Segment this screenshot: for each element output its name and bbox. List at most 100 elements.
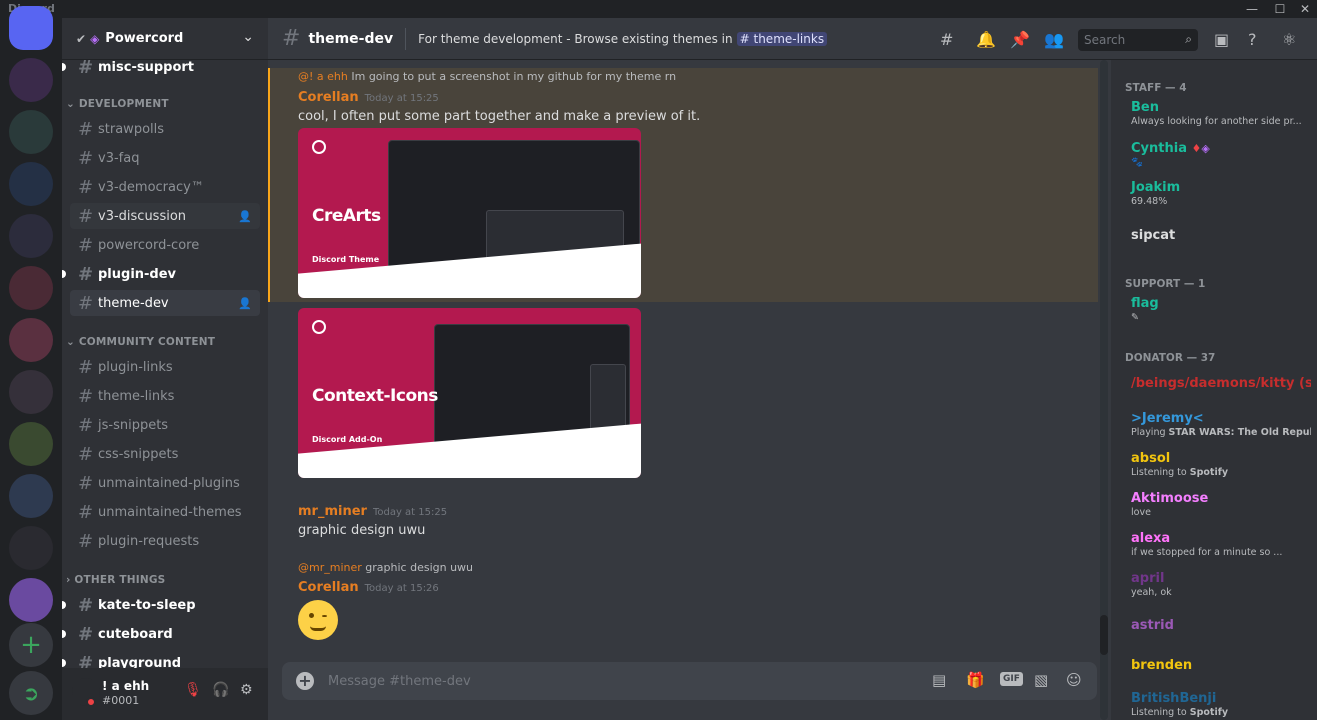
channel-js-snippets[interactable]: # js-snippets — [70, 412, 260, 438]
server-icon[interactable] — [9, 318, 53, 362]
maximize-button[interactable]: ☐ — [1268, 0, 1292, 18]
channel-label: cuteboard — [98, 626, 173, 642]
home-server-icon[interactable] — [9, 6, 53, 50]
channel-unmaintained-themes[interactable]: # unmaintained-themes — [70, 499, 260, 525]
channel-v3-democracy[interactable]: # v3-democracy™ — [70, 174, 260, 200]
category-development[interactable]: ⌄ DEVELOPMENT — [66, 98, 169, 110]
threads-icon[interactable]: # — [940, 30, 953, 49]
hash-icon: # — [78, 234, 94, 256]
add-member-icon[interactable]: 👤 — [238, 297, 252, 310]
member-item[interactable]: alexa if we stopped for a minute so ... — [1131, 531, 1311, 558]
upload-plus-icon[interactable]: + — [296, 672, 314, 690]
category-community-content[interactable]: ⌄ COMMUNITY CONTENT — [66, 336, 215, 348]
verified-icon: ✔ — [76, 31, 87, 46]
search-input[interactable]: Search ⌕ — [1078, 29, 1198, 51]
add-server-button[interactable]: + — [9, 623, 53, 667]
members-icon[interactable]: 👥 — [1044, 30, 1064, 49]
server-icon[interactable] — [9, 578, 53, 622]
channel-playground[interactable]: # playground — [62, 650, 260, 668]
scrollbar-thumb[interactable] — [1100, 615, 1108, 655]
channel-v3-discussion[interactable]: # v3-discussion 👤 — [70, 203, 260, 229]
channel-plugin-links[interactable]: # plugin-links — [70, 354, 260, 380]
server-icon[interactable] — [9, 162, 53, 206]
help-icon[interactable]: ? — [1248, 30, 1257, 49]
member-name: /beings/daemons/kitty (she... — [1131, 376, 1311, 391]
plugin-icon[interactable]: ⚛ — [1282, 30, 1296, 49]
bell-icon[interactable]: 🔔 — [976, 30, 996, 49]
channel-cuteboard[interactable]: # cuteboard — [62, 621, 260, 647]
member-name-text: Cynthia — [1131, 141, 1187, 156]
image-attachment[interactable]: CreArts Discord Theme — [298, 128, 641, 298]
channel-misc-support[interactable]: # misc-support — [62, 60, 260, 80]
unread-indicator — [62, 630, 66, 638]
chevron-down-icon[interactable]: ⌄ — [242, 29, 254, 45]
member-activity: Listening to Spotify — [1131, 707, 1311, 718]
member-name: >Jeremy< — [1131, 411, 1204, 426]
deafen-icon[interactable]: 🎧 — [212, 682, 229, 698]
message-author[interactable]: Corellan Today at 15:26 — [298, 580, 439, 595]
hash-icon: # — [78, 530, 94, 552]
channel-unmaintained-plugins[interactable]: # unmaintained-plugins — [70, 470, 260, 496]
channel-mention-link[interactable]: # theme-links — [736, 31, 828, 46]
member-item[interactable]: >Jeremy< Playing STAR WARS: The Old Repu… — [1131, 411, 1311, 438]
member-activity: yeah, ok — [1131, 587, 1172, 598]
server-icon[interactable] — [9, 474, 53, 518]
channel-kate-to-sleep[interactable]: # kate-to-sleep — [62, 592, 260, 618]
category-other-things[interactable]: › OTHER THINGS — [66, 574, 165, 586]
user-discriminator: #0001 — [102, 694, 140, 707]
message-author[interactable]: Corellan Today at 15:25 — [298, 90, 439, 105]
member-item[interactable]: Aktimoose love — [1131, 491, 1311, 518]
channel-css-snippets[interactable]: # css-snippets — [70, 441, 260, 467]
mute-mic-icon[interactable]: 🎙 — [184, 682, 202, 698]
member-item[interactable]: flag ✎ — [1131, 296, 1311, 323]
add-member-icon[interactable]: 👤 — [238, 210, 252, 223]
member-item[interactable]: sipcat — [1131, 228, 1311, 243]
author-name: mr_miner — [298, 504, 367, 519]
server-icon[interactable] — [9, 526, 53, 570]
image-attachment[interactable]: Context-Icons Discord Add-On — [298, 308, 641, 478]
server-icon[interactable] — [9, 370, 53, 414]
gift-icon[interactable]: 🎁 — [966, 671, 985, 689]
member-item[interactable]: Ben Always looking for another side pr..… — [1131, 100, 1311, 127]
member-item[interactable]: april yeah, ok — [1131, 571, 1311, 598]
server-icon[interactable] — [9, 58, 53, 102]
channel-v3-faq[interactable]: # v3-faq — [70, 145, 260, 171]
minimize-button[interactable]: — — [1240, 0, 1264, 18]
inbox-icon[interactable]: ▣ — [1214, 30, 1229, 49]
channel-theme-dev[interactable]: # theme-dev 👤 — [70, 290, 260, 316]
sticker-icon[interactable]: ▧ — [1034, 671, 1048, 689]
server-icon[interactable] — [9, 214, 53, 258]
channel-powercord-core[interactable]: # powercord-core — [70, 232, 260, 258]
member-item[interactable]: absol Listening to Spotify — [1131, 451, 1311, 478]
gif-button[interactable]: GIF — [1000, 672, 1023, 686]
member-item[interactable]: brenden — [1131, 658, 1311, 673]
message-author[interactable]: mr_miner Today at 15:25 — [298, 504, 447, 519]
server-icon[interactable] — [9, 110, 53, 154]
close-button[interactable]: ✕ — [1293, 0, 1317, 18]
server-icon[interactable] — [9, 266, 53, 310]
channel-plugin-requests[interactable]: # plugin-requests — [70, 528, 260, 554]
wink-emoji-icon[interactable] — [298, 600, 338, 640]
text-format-icon[interactable]: ▤ — [932, 671, 946, 689]
chat-scrollbar[interactable] — [1100, 60, 1108, 720]
server-icon[interactable] — [9, 422, 53, 466]
hash-icon: # — [78, 385, 94, 407]
member-item[interactable]: /beings/daemons/kitty (she... — [1131, 376, 1311, 391]
pin-icon[interactable]: 📌 — [1010, 30, 1030, 49]
emoji-picker-icon[interactable]: ☺ — [1066, 671, 1082, 689]
settings-gear-icon[interactable]: ⚙ — [240, 682, 253, 698]
member-item[interactable]: BritishBenji Listening to Spotify — [1131, 691, 1311, 718]
channel-theme-links[interactable]: # theme-links — [70, 383, 260, 409]
category-label: COMMUNITY CONTENT — [78, 336, 216, 348]
status-emoji-icon: ✎ — [1131, 312, 1139, 323]
member-item[interactable]: Joakim 69.48% — [1131, 180, 1311, 207]
channel-plugin-dev[interactable]: # plugin-dev — [62, 261, 260, 287]
message-input[interactable] — [328, 670, 888, 692]
reply-preview[interactable]: @! a ehh Im going to put a screenshot in… — [298, 70, 676, 83]
reply-preview[interactable]: @mr_miner graphic design uwu — [298, 561, 473, 574]
member-item[interactable]: astrid — [1131, 618, 1311, 633]
member-item[interactable]: Cynthia ♦◈ 🐾 — [1131, 141, 1311, 168]
channel-strawpolls[interactable]: # strawpolls — [70, 116, 260, 142]
server-header[interactable]: ✔ ◈ Powercord ⌄ — [62, 18, 268, 60]
explore-servers-button[interactable]: ➲ — [9, 671, 53, 715]
